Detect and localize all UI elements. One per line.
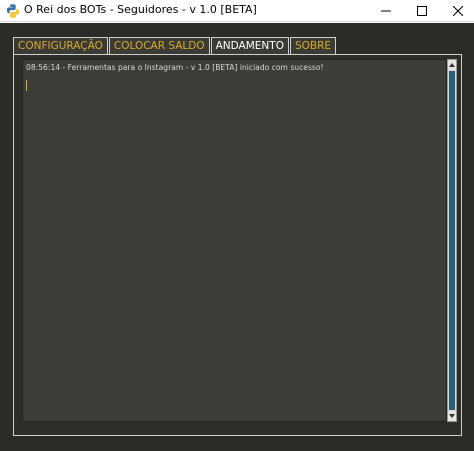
andamento-panel: 08:56:14 - Ferramentas para o Instagram …: [13, 54, 462, 436]
maximize-icon: [417, 6, 427, 16]
tab-colocar-saldo[interactable]: COLOCAR SALDO: [108, 37, 210, 55]
arrow-up-icon: [449, 63, 455, 67]
vertical-scrollbar[interactable]: [447, 59, 457, 422]
title-bar: O Rei dos BOTs - Seguidores - v 1.0 [BET…: [0, 0, 474, 22]
tab-configuracao[interactable]: CONFIGURAÇÃO: [13, 37, 108, 55]
minimize-button[interactable]: [368, 0, 404, 22]
text-caret: [26, 80, 27, 91]
arrow-down-icon: [449, 414, 455, 418]
main-window: CONFIGURAÇÃO COLOCAR SALDO ANDAMENTO SOB…: [0, 23, 474, 451]
python-icon: [6, 4, 20, 18]
scroll-down-button[interactable]: [448, 411, 456, 421]
log-textarea[interactable]: 08:56:14 - Ferramentas para o Instagram …: [22, 59, 447, 422]
tab-bar: CONFIGURAÇÃO COLOCAR SALDO ANDAMENTO SOB…: [13, 37, 337, 56]
close-icon: [453, 6, 463, 16]
notebook: CONFIGURAÇÃO COLOCAR SALDO ANDAMENTO SOB…: [13, 37, 462, 436]
window-title: O Rei dos BOTs - Seguidores - v 1.0 [BET…: [24, 3, 257, 16]
log-line: 08:56:14 - Ferramentas para o Instagram …: [26, 63, 324, 72]
close-button[interactable]: [440, 0, 474, 22]
scroll-up-button[interactable]: [448, 60, 456, 70]
maximize-button[interactable]: [404, 0, 440, 22]
tab-sobre[interactable]: SOBRE: [289, 37, 337, 55]
scroll-thumb[interactable]: [449, 71, 455, 410]
minimize-icon: [381, 10, 391, 12]
